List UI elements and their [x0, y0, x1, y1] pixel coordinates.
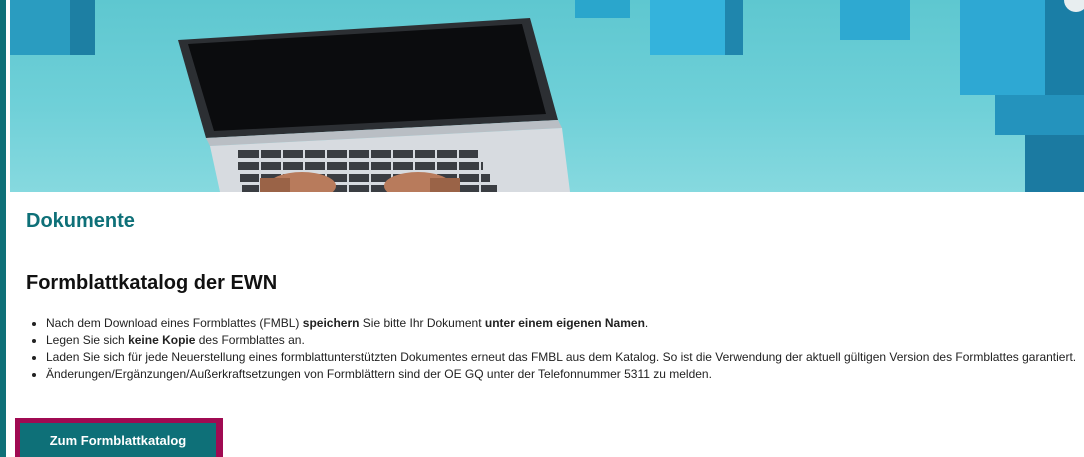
- left-accent-rule: [0, 0, 6, 457]
- list-item-text: des Formblattes an.: [195, 333, 305, 347]
- list-item: Laden Sie sich für jede Neuerstellung ei…: [32, 349, 1082, 366]
- list-item-text: keine Kopie: [128, 333, 196, 347]
- list-item: Legen Sie sich keine Kopie des Formblatt…: [32, 332, 1082, 349]
- list-item: Nach dem Download eines Formblattes (FMB…: [32, 315, 1082, 332]
- laptop-typing-illustration: [10, 0, 1084, 192]
- list-item-text: Nach dem Download eines Formblattes (FMB…: [46, 316, 303, 330]
- formblattkatalog-button[interactable]: Zum Formblattkatalog: [20, 423, 216, 457]
- cta-highlight-frame: Zum Formblattkatalog: [15, 418, 223, 457]
- info-bullet-list: Nach dem Download eines Formblattes (FMB…: [26, 315, 1082, 383]
- list-item-text: Sie bitte Ihr Dokument: [359, 316, 485, 330]
- list-item: Änderungen/Ergänzungen/Außerkraftsetzung…: [32, 366, 1082, 383]
- list-item-text: speichern: [302, 316, 360, 330]
- list-item-text: Legen Sie sich: [46, 333, 129, 347]
- page-title: Formblattkatalog der EWN: [26, 272, 278, 294]
- list-item-text: Laden Sie sich für jede Neuerstellung ei…: [46, 350, 1077, 364]
- hero-banner: [10, 0, 1084, 192]
- section-title: Dokumente: [26, 210, 135, 232]
- list-item-text: Änderungen/Ergänzungen/Außerkraftsetzung…: [46, 367, 712, 381]
- list-item-text: .: [644, 316, 649, 330]
- list-item-text: unter einem eigenen Namen: [484, 316, 645, 330]
